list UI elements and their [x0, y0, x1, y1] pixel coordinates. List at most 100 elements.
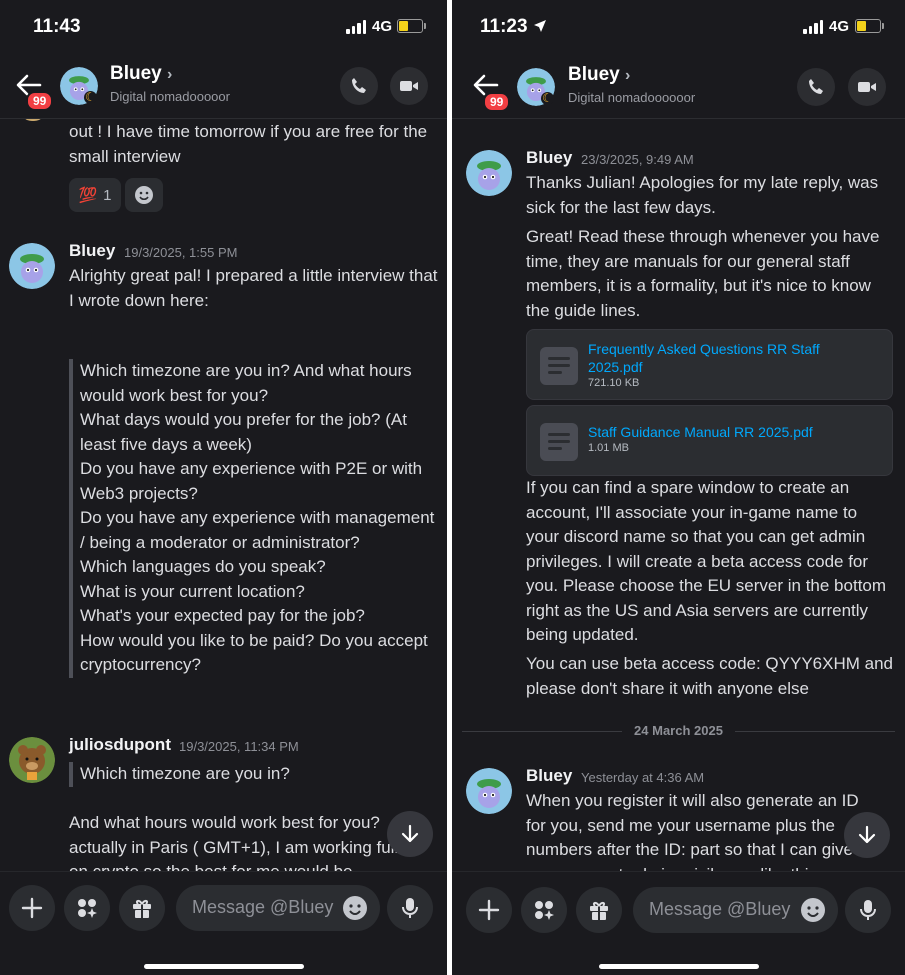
signal-icon	[346, 20, 366, 34]
sparkle-apps-icon	[78, 899, 97, 918]
chat-header: 99 ☾ Bluey › Digital nomadoooooor	[452, 52, 905, 119]
contact-status: Digital nomadoooooor	[568, 90, 696, 105]
document-icon	[540, 423, 578, 461]
avatar[interactable]	[466, 150, 512, 196]
message-text: out ! I have time tomorrow if you are fr…	[69, 122, 428, 166]
unread-badge: 99	[483, 92, 511, 112]
chat-header: 99 ☾ Bluey › Digital nomadooooor	[0, 52, 447, 119]
message-text: Thanks Julian! Apologies for my late rep…	[526, 173, 879, 217]
quote-line: Do you have any experience with P2E or w…	[80, 459, 423, 503]
message-timestamp: 19/3/2025, 11:34 PM	[179, 739, 299, 754]
block-quote: Which timezone are you in?	[69, 762, 435, 787]
message-author[interactable]: Bluey	[526, 766, 572, 786]
phone-icon	[352, 78, 366, 93]
right-screen: 11:23 4G 99 ☾ Bluey › Digital nomadooooo…	[452, 0, 905, 975]
video-call-button[interactable]	[848, 68, 886, 106]
status-time: 11:23	[480, 16, 547, 38]
network-label: 4G	[372, 18, 393, 35]
message-timestamp: 19/3/2025, 1:55 PM	[124, 245, 238, 260]
quote-line: Which languages do you speak?	[80, 557, 326, 576]
voice-message-button[interactable]	[387, 885, 433, 931]
message-list[interactable]: Bluey 23/3/2025, 9:49 AM Thanks Julian! …	[452, 119, 905, 871]
quote-line: How would you like to be paid? Do you ac…	[80, 630, 428, 675]
block-quote: Which timezone are you in? And what hour…	[69, 359, 435, 678]
emoji-icon[interactable]	[342, 895, 368, 921]
gift-button[interactable]	[119, 885, 165, 931]
message-timestamp: 23/3/2025, 9:49 AM	[581, 152, 694, 167]
gift-button[interactable]	[576, 887, 622, 933]
avatar[interactable]	[9, 737, 55, 783]
file-name-link[interactable]: Frequently Asked Questions RR Staff 2025…	[588, 340, 848, 376]
status-bar: 11:23 4G	[452, 0, 905, 52]
microphone-icon	[860, 900, 876, 920]
contact-name[interactable]: Bluey ›	[568, 64, 630, 86]
apps-button[interactable]	[521, 887, 567, 933]
microphone-icon	[402, 898, 418, 918]
message-author[interactable]: juliosdupont	[69, 735, 171, 755]
message-author[interactable]: Bluey	[69, 241, 115, 261]
location-arrow-icon	[533, 20, 546, 32]
idle-status-icon: ☾	[541, 91, 554, 105]
add-reaction-button[interactable]	[125, 178, 163, 212]
quote-line: What days would you prefer for the job? …	[80, 410, 407, 454]
file-attachment[interactable]: Frequently Asked Questions RR Staff 2025…	[526, 329, 893, 400]
add-attachment-button[interactable]	[466, 887, 512, 933]
quote-line: What's your expected pay for the job?	[80, 606, 365, 625]
quote-line: What is your current location?	[80, 581, 305, 601]
idle-status-icon: ☾	[84, 90, 97, 104]
avatar[interactable]	[466, 768, 512, 814]
message-input-placeholder: Message @Bluey	[192, 897, 334, 917]
arrow-down-icon	[401, 824, 419, 843]
voice-message-button[interactable]	[845, 887, 891, 933]
video-camera-icon	[858, 82, 876, 92]
video-camera-icon	[400, 81, 418, 91]
file-size: 721.10 KB	[588, 377, 640, 389]
message-author[interactable]: Bluey	[526, 148, 572, 168]
file-name-link[interactable]: Staff Guidance Manual RR 2025.pdf	[588, 423, 848, 441]
unread-badge: 99	[26, 91, 54, 111]
scroll-to-bottom-button[interactable]	[844, 812, 890, 858]
reaction-count: 1	[103, 186, 112, 204]
voice-call-button[interactable]	[340, 67, 378, 105]
video-call-button[interactable]	[390, 67, 428, 105]
voice-call-button[interactable]	[797, 68, 835, 106]
phone-icon	[809, 79, 823, 94]
network-label: 4G	[829, 18, 850, 35]
emoji-icon[interactable]	[800, 897, 826, 923]
contact-name[interactable]: Bluey ›	[110, 63, 172, 85]
apps-button[interactable]	[64, 885, 110, 931]
battery-icon	[397, 19, 426, 33]
message-composer: Message @Bluey	[452, 871, 905, 942]
message-text: When you register it will also generate …	[526, 791, 859, 871]
gift-icon	[590, 902, 608, 920]
plus-icon	[21, 897, 43, 919]
message-list[interactable]: out ! I have time tomorrow if you are fr…	[0, 119, 447, 871]
message-line: And what hours would work best for you?	[69, 813, 380, 832]
left-screen: 11:43 4G 99 ☾ Bluey › Digital nomadooooo…	[0, 0, 447, 975]
message-composer: Message @Bluey	[0, 871, 447, 942]
message-text: If you can find a spare window to create…	[526, 478, 887, 644]
message-input[interactable]: Message @Bluey	[176, 885, 380, 931]
home-indicator	[598, 964, 759, 969]
avatar	[20, 119, 46, 121]
date-label: 24 March 2025	[634, 723, 723, 738]
contact-status: Digital nomadooooor	[110, 89, 230, 104]
plus-icon	[478, 899, 500, 921]
scroll-to-bottom-button[interactable]	[387, 811, 433, 857]
reaction-chip[interactable]: 💯 1	[69, 178, 121, 212]
status-bar: 11:43 4G	[0, 0, 447, 52]
file-size: 1.01 MB	[588, 442, 629, 454]
hundred-points-emoji: 💯	[78, 187, 98, 204]
avatar[interactable]	[9, 243, 55, 289]
message-line: on crypto so the best for me would be	[69, 860, 439, 871]
add-attachment-button[interactable]	[9, 885, 55, 931]
message-input-placeholder: Message @Bluey	[649, 899, 791, 919]
smile-icon	[135, 186, 153, 204]
gift-icon	[133, 900, 151, 918]
battery-icon	[855, 19, 884, 33]
file-attachment[interactable]: Staff Guidance Manual RR 2025.pdf 1.01 M…	[526, 405, 893, 476]
message-input[interactable]: Message @Bluey	[633, 887, 838, 933]
status-time: 11:43	[33, 16, 81, 37]
message-timestamp: Yesterday at 4:36 AM	[581, 770, 705, 785]
date-separator: 24 March 2025	[462, 721, 895, 741]
